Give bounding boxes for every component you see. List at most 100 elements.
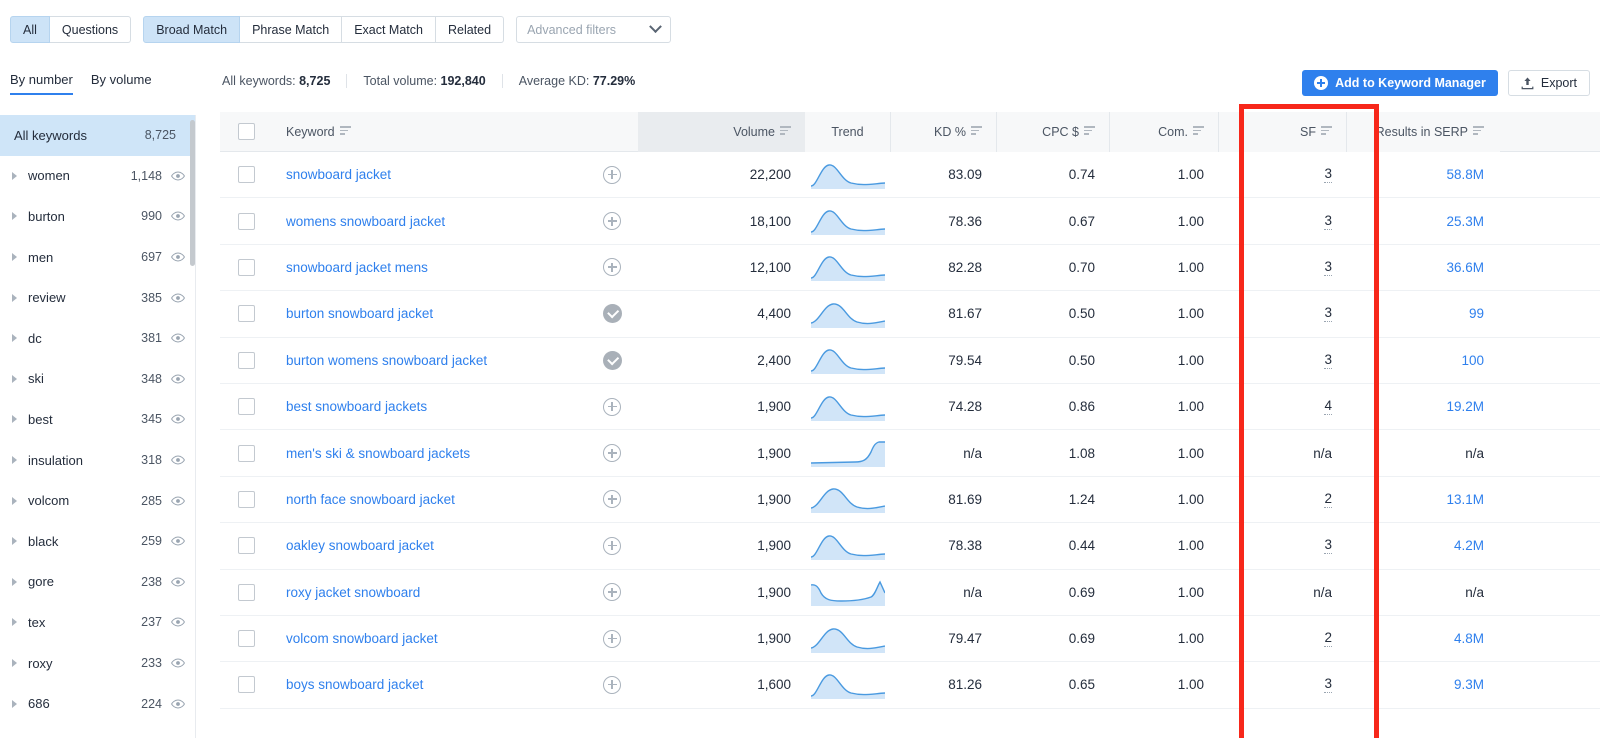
add-keyword-icon[interactable] [603, 676, 621, 694]
sf-value[interactable]: 4 [1324, 398, 1332, 415]
eye-icon[interactable] [171, 211, 185, 221]
eye-icon[interactable] [171, 414, 185, 424]
chevron-right-icon[interactable] [12, 172, 17, 180]
sidebar-item-ski[interactable]: ski348 [0, 359, 195, 400]
eye-icon[interactable] [171, 699, 185, 709]
eye-icon[interactable] [171, 455, 185, 465]
eye-icon[interactable] [171, 252, 185, 262]
sidebar-item-tex[interactable]: tex237 [0, 602, 195, 643]
row-checkbox[interactable] [238, 213, 255, 230]
sidebar-item-gore[interactable]: gore238 [0, 562, 195, 603]
select-all-checkbox[interactable] [238, 123, 255, 140]
filter-button-all[interactable]: All [10, 16, 50, 43]
add-keyword-icon[interactable] [603, 490, 621, 508]
sf-value[interactable]: 2 [1324, 491, 1332, 508]
filter-button-broad-match[interactable]: Broad Match [143, 16, 240, 43]
chevron-right-icon[interactable] [12, 415, 17, 423]
eye-icon[interactable] [171, 496, 185, 506]
chevron-right-icon[interactable] [12, 618, 17, 626]
chevron-right-icon[interactable] [12, 212, 17, 220]
sidebar-item-volcom[interactable]: volcom285 [0, 480, 195, 521]
sidebar-item-review[interactable]: review385 [0, 277, 195, 318]
chevron-right-icon[interactable] [12, 294, 17, 302]
filter-button-exact-match[interactable]: Exact Match [342, 16, 436, 43]
row-checkbox[interactable] [238, 676, 255, 693]
view-tab-by-volume[interactable]: By volume [91, 72, 152, 95]
sf-value[interactable]: 3 [1324, 166, 1332, 183]
keyword-link[interactable]: volcom snowboard jacket [286, 631, 438, 646]
eye-icon[interactable] [171, 171, 185, 181]
filter-button-phrase-match[interactable]: Phrase Match [240, 16, 342, 43]
sort-icon[interactable] [971, 126, 982, 137]
view-tab-by-number[interactable]: By number [10, 72, 73, 95]
row-checkbox[interactable] [238, 630, 255, 647]
filter-button-questions[interactable]: Questions [50, 16, 131, 43]
chevron-right-icon[interactable] [12, 497, 17, 505]
row-checkbox[interactable] [238, 259, 255, 276]
row-checkbox[interactable] [238, 584, 255, 601]
chevron-right-icon[interactable] [12, 334, 17, 342]
column-header-sf[interactable]: SF [1218, 112, 1346, 152]
keyword-link[interactable]: roxy jacket snowboard [286, 585, 420, 600]
eye-icon[interactable] [171, 333, 185, 343]
results-in-serp-value[interactable]: 4.2M [1454, 538, 1484, 553]
results-in-serp-value[interactable]: 99 [1469, 306, 1484, 321]
keyword-link[interactable]: snowboard jacket [286, 167, 391, 182]
chevron-right-icon[interactable] [12, 456, 17, 464]
sidebar-item-insulation[interactable]: insulation318 [0, 440, 195, 481]
chevron-right-icon[interactable] [12, 578, 17, 586]
chevron-right-icon[interactable] [12, 253, 17, 261]
sidebar-item-best[interactable]: best345 [0, 399, 195, 440]
advanced-filters-dropdown[interactable]: Advanced filters [516, 16, 671, 43]
sort-icon[interactable] [1084, 126, 1095, 137]
add-keyword-icon[interactable] [603, 537, 621, 555]
add-keyword-icon[interactable] [603, 212, 621, 230]
add-keyword-icon[interactable] [603, 166, 621, 184]
sf-value[interactable]: 2 [1324, 630, 1332, 647]
sort-icon[interactable] [1473, 126, 1484, 137]
sidebar-item-burton[interactable]: burton990 [0, 196, 195, 237]
results-in-serp-value[interactable]: 36.6M [1446, 260, 1484, 275]
chevron-right-icon[interactable] [12, 375, 17, 383]
add-keyword-icon[interactable] [603, 258, 621, 276]
sidebar-item-black[interactable]: black259 [0, 521, 195, 562]
row-checkbox[interactable] [238, 166, 255, 183]
keyword-link[interactable]: boys snowboard jacket [286, 677, 423, 692]
sort-icon[interactable] [780, 126, 791, 137]
results-in-serp-value[interactable]: 58.8M [1446, 167, 1484, 182]
sidebar-item-686[interactable]: 686224 [0, 683, 195, 724]
filter-button-related[interactable]: Related [436, 16, 504, 43]
results-in-serp-value[interactable]: 4.8M [1454, 631, 1484, 646]
results-in-serp-value[interactable]: 19.2M [1446, 399, 1484, 414]
add-to-keyword-manager-button[interactable]: Add to Keyword Manager [1302, 70, 1498, 96]
eye-icon[interactable] [171, 536, 185, 546]
results-in-serp-value[interactable]: 100 [1461, 353, 1484, 368]
row-checkbox[interactable] [238, 537, 255, 554]
eye-icon[interactable] [171, 658, 185, 668]
add-keyword-icon[interactable] [603, 630, 621, 648]
row-checkbox[interactable] [238, 491, 255, 508]
sidebar-item-dc[interactable]: dc381 [0, 318, 195, 359]
sf-value[interactable]: 3 [1324, 537, 1332, 554]
sf-value[interactable]: 3 [1324, 676, 1332, 693]
results-in-serp-value[interactable]: 25.3M [1446, 214, 1484, 229]
results-in-serp-value[interactable]: 9.3M [1454, 677, 1484, 692]
column-header-kd[interactable]: KD % [890, 112, 996, 152]
chevron-right-icon[interactable] [12, 700, 17, 708]
sf-value[interactable]: 3 [1324, 352, 1332, 369]
eye-icon[interactable] [171, 577, 185, 587]
chevron-right-icon[interactable] [12, 659, 17, 667]
add-keyword-icon[interactable] [603, 583, 621, 601]
sort-icon[interactable] [1193, 126, 1204, 137]
chevron-right-icon[interactable] [12, 537, 17, 545]
eye-icon[interactable] [171, 374, 185, 384]
keyword-link[interactable]: oakley snowboard jacket [286, 538, 434, 553]
sort-icon[interactable] [340, 126, 351, 137]
row-checkbox[interactable] [238, 305, 255, 322]
keyword-link[interactable]: best snowboard jackets [286, 399, 427, 414]
row-checkbox[interactable] [238, 445, 255, 462]
added-check-icon[interactable] [603, 304, 622, 323]
keyword-link[interactable]: burton snowboard jacket [286, 306, 433, 321]
results-in-serp-value[interactable]: 13.1M [1446, 492, 1484, 507]
sf-value[interactable]: 3 [1324, 305, 1332, 322]
